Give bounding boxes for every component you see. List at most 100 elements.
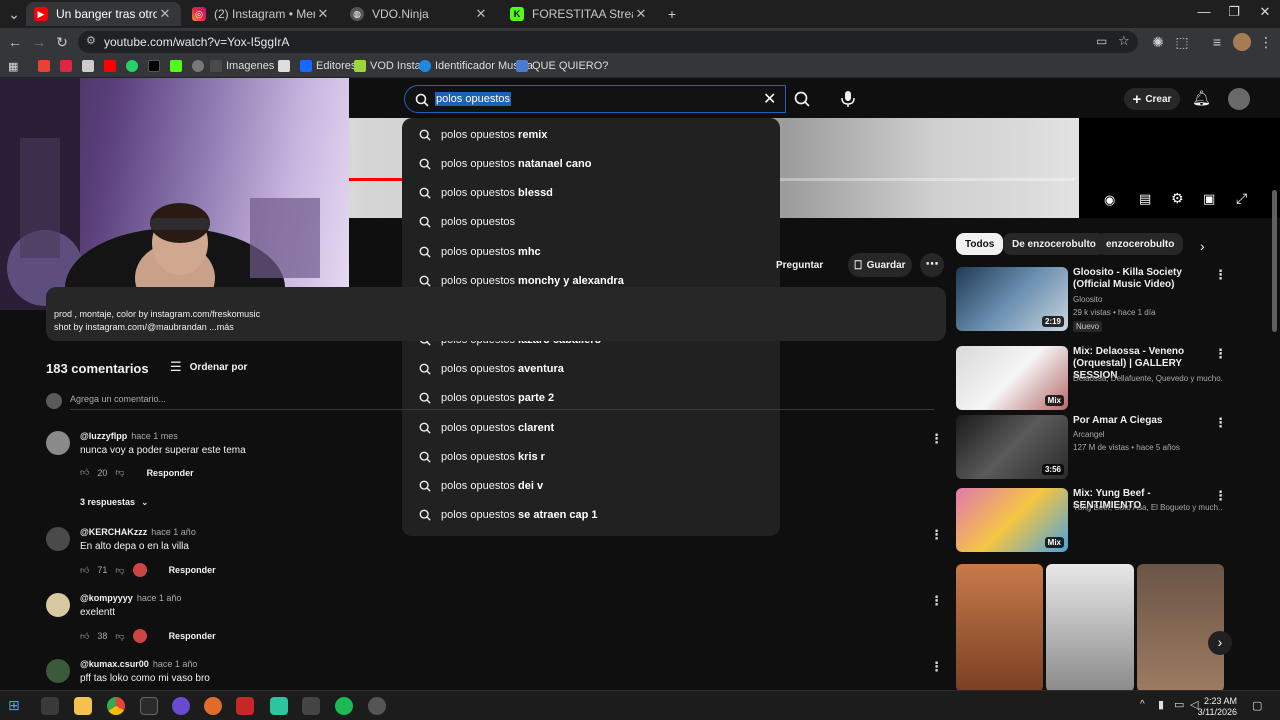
comment-time[interactable]: hace 1 año xyxy=(151,527,196,537)
clear-search-icon[interactable]: ✕ xyxy=(763,89,776,109)
chip-todos[interactable]: Todos xyxy=(956,233,1004,255)
chip-de-enzocerobulto[interactable]: De enzocerobulto xyxy=(1003,233,1105,255)
spotify-icon[interactable] xyxy=(335,697,353,715)
video-channel[interactable]: Delaossa, Dellafuente, Quevedo y mucho..… xyxy=(1073,374,1223,383)
commenter-handle[interactable]: @luzzyflpp xyxy=(80,431,127,441)
network-icon[interactable]: ▭ xyxy=(1174,698,1184,711)
media-icon[interactable]: ≡ xyxy=(1207,32,1227,52)
file-explorer-icon[interactable] xyxy=(74,697,92,715)
profile-avatar[interactable] xyxy=(1233,33,1251,51)
dislike-icon[interactable]: 👎︎ xyxy=(115,467,124,478)
app-icon-1[interactable] xyxy=(140,697,158,715)
comment-menu-icon[interactable]: ⋮ xyxy=(930,593,943,609)
tab-kick[interactable]: K FORESTITAA Stream - Watch Li ✕ xyxy=(502,2,657,26)
close-icon[interactable]: ✕ xyxy=(157,6,173,22)
video-channel[interactable]: Gloosito xyxy=(1073,295,1223,304)
task-view-icon[interactable] xyxy=(41,697,59,715)
like-icon[interactable]: 👍︎ xyxy=(80,565,89,576)
system-clock[interactable]: 2:23 AM 3/11/2026 xyxy=(1198,696,1237,718)
progress-played[interactable] xyxy=(349,178,405,181)
sort-comments-button[interactable]: ☰ Ordenar por xyxy=(170,359,247,375)
commenter-name[interactable]: @kumax.csur00 hace 1 año xyxy=(80,659,197,669)
instagram-icon[interactable] xyxy=(60,60,72,72)
reload-icon[interactable]: ↻ xyxy=(52,32,72,52)
comment-time[interactable]: hace 1 año xyxy=(153,659,198,669)
video-menu-icon[interactable]: ⋮ xyxy=(1214,415,1227,431)
forward-icon[interactable]: → xyxy=(29,32,49,52)
commenter-name[interactable]: @kompyyyy hace 1 año xyxy=(80,593,181,603)
tab-search-icon[interactable]: ⌄ xyxy=(4,4,24,24)
suggestion-item[interactable]: polos opuestos blessd xyxy=(402,179,780,208)
tiktok-icon[interactable] xyxy=(148,60,160,72)
dislike-icon[interactable]: 👎︎ xyxy=(115,631,124,642)
menu-kebab-icon[interactable]: ⋮ xyxy=(1256,32,1276,52)
video-thumbnail[interactable]: 2:19 xyxy=(956,267,1068,331)
reply-button[interactable]: Responder xyxy=(169,631,216,641)
suggestion-item[interactable]: polos opuestos aventura xyxy=(402,354,780,383)
close-icon[interactable]: ✕ xyxy=(315,6,331,22)
search-input[interactable]: polos opuestos xyxy=(435,92,511,106)
short-thumbnail-3[interactable] xyxy=(1137,564,1224,692)
brave-icon[interactable] xyxy=(204,697,222,715)
page-scrollbar[interactable] xyxy=(1272,190,1277,332)
account-avatar[interactable] xyxy=(1228,88,1250,110)
app-icon-3[interactable] xyxy=(368,697,386,715)
add-comment-input[interactable]: Agrega un comentario... xyxy=(70,394,166,404)
obs-icon[interactable] xyxy=(172,697,190,715)
suggestion-item[interactable]: polos opuestos remix xyxy=(402,120,780,149)
video-thumbnail[interactable]: Mix xyxy=(956,488,1068,552)
comment-menu-icon[interactable]: ⋮ xyxy=(930,659,943,675)
apps-grid-icon[interactable]: ▦ xyxy=(8,60,18,73)
video-title[interactable]: Por Amar A Ciegas xyxy=(1073,415,1213,427)
reply-button[interactable]: Responder xyxy=(147,468,194,478)
kick-icon[interactable] xyxy=(170,60,182,72)
minimize-icon[interactable]: — xyxy=(1189,4,1219,24)
back-icon[interactable]: ← xyxy=(5,32,25,52)
commenter-handle[interactable]: @kumax.csur00 xyxy=(80,659,149,669)
close-icon[interactable]: ✕ xyxy=(633,6,649,22)
shorts-next-button[interactable]: › xyxy=(1208,631,1232,655)
recommended-video[interactable]: Mix Mix: Delaossa - Veneno (Orquestal) | … xyxy=(956,346,1236,410)
dislike-icon[interactable]: 👎︎ xyxy=(115,565,124,576)
commenter-handle[interactable]: @KERCHAKzzz xyxy=(80,527,147,537)
video-channel[interactable]: Yung Beef, Soto Asa, El Bogueto y much..… xyxy=(1073,503,1223,512)
miniplayer-icon[interactable]: ▣ xyxy=(1203,191,1215,207)
commenter-avatar[interactable] xyxy=(46,659,70,683)
suggestion-item[interactable]: polos opuestos mhc xyxy=(402,237,780,266)
notifications-bell-icon[interactable]: 🔔︎ xyxy=(1192,89,1211,107)
site-info-icon[interactable]: ⚙ xyxy=(86,34,96,47)
recommended-video[interactable]: Mix Mix: Yung Beef - SENTIMIENTO ⋮ Yung Bee… xyxy=(956,488,1236,552)
notification-center-icon[interactable]: ▢ xyxy=(1252,699,1262,712)
chevron-right-icon[interactable]: › xyxy=(1200,238,1205,254)
capcut-icon[interactable] xyxy=(302,697,320,715)
extension-icon[interactable]: ✺ xyxy=(1148,32,1168,52)
close-window-icon[interactable]: ✕ xyxy=(1250,4,1280,24)
video-thumbnail[interactable]: Mix xyxy=(956,346,1068,410)
tab-instagram[interactable]: ◎ (2) Instagram • Mensajes ✕ xyxy=(184,2,339,26)
recommended-video[interactable]: 3:56 Por Amar A Ciegas ⋮ Arcangel 127 M de v… xyxy=(956,415,1236,479)
commenter-avatar[interactable] xyxy=(46,527,70,551)
comment-time[interactable]: hace 1 mes xyxy=(131,431,178,441)
tab-vdoninja[interactable]: ◍ VDO.Ninja ✕ xyxy=(342,2,497,26)
voicemeeter-icon[interactable] xyxy=(236,697,254,715)
video-menu-icon[interactable]: ⋮ xyxy=(1214,346,1227,362)
bookmark-star-icon[interactable]: ☆ xyxy=(1118,33,1130,49)
whatsapp-icon[interactable] xyxy=(126,60,138,72)
chrome-icon[interactable] xyxy=(107,697,125,715)
address-bar[interactable]: ⚙ youtube.com/watch?v=Yox-I5ggIrA ▭ ☆ xyxy=(78,31,1138,53)
close-icon[interactable]: ✕ xyxy=(473,6,489,22)
windows-start-icon[interactable]: ⊞ xyxy=(8,697,26,715)
short-thumbnail-1[interactable] xyxy=(956,564,1043,692)
fullscreen-icon[interactable]: ⤢ xyxy=(1236,190,1247,207)
video-menu-icon[interactable]: ⋮ xyxy=(1214,267,1227,283)
restore-icon[interactable]: ❐ xyxy=(1219,4,1249,24)
suggestion-item[interactable]: polos opuestos natanael cano xyxy=(402,149,780,178)
suggestion-item[interactable]: polos opuestos xyxy=(402,208,780,237)
video-title[interactable]: Gloosito - Killa Society (Official Music… xyxy=(1073,267,1213,291)
subtitles-icon[interactable]: ▤ xyxy=(1139,191,1151,207)
suggestion-item[interactable]: polos opuestos se atraen cap 1 xyxy=(402,501,780,530)
chip-enzocerobulto[interactable]: enzocerobulto xyxy=(1097,233,1184,255)
comment-time[interactable]: hace 1 año xyxy=(137,593,182,603)
bookmark-que-quiero[interactable]: QUE QUIERO? xyxy=(516,60,608,72)
globe-icon[interactable] xyxy=(192,60,204,72)
